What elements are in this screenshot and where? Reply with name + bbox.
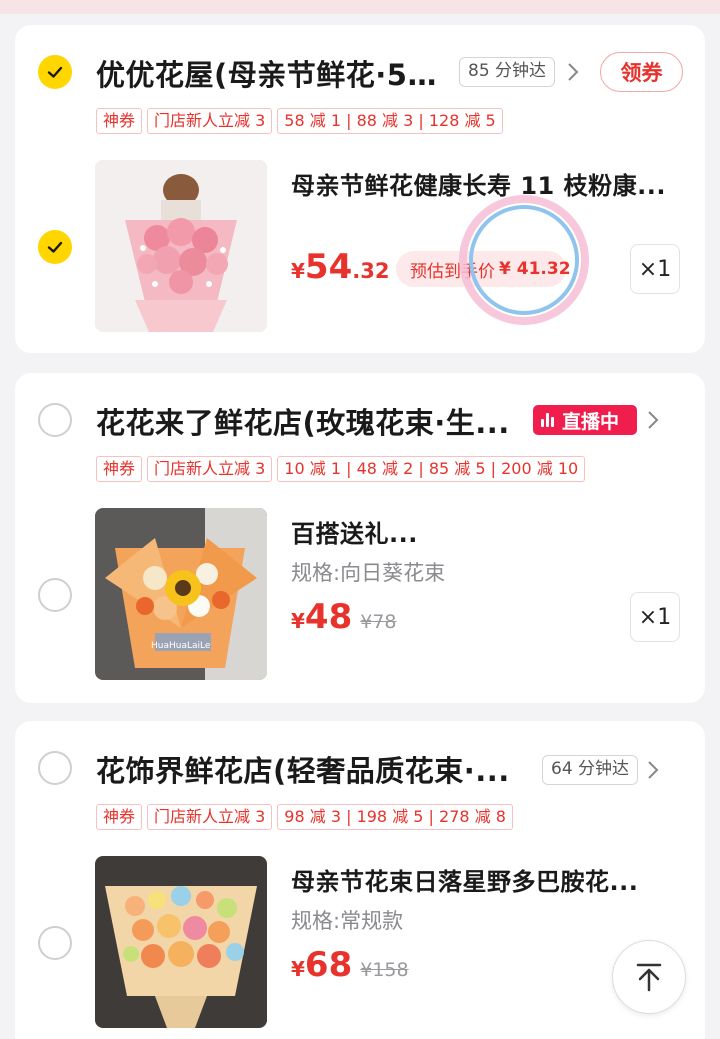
live-badge-label: 直播中: [562, 410, 620, 433]
promo-tags: 神券 门店新人立减 3 10 减 1 | 48 减 2 | 85 减 5 | 2…: [96, 456, 586, 482]
price-integer: 48: [304, 597, 353, 637]
price-decimal: .32: [352, 259, 390, 283]
product-spec[interactable]: 规格:常规款: [291, 905, 403, 935]
delivery-eta-badge: 64 分钟达: [542, 755, 639, 785]
chevron-right-icon[interactable]: [645, 409, 661, 431]
store-name[interactable]: 优优花屋(母亲节鲜花·52...: [96, 52, 446, 94]
store-checkbox[interactable]: [38, 403, 72, 437]
store-card-3: 花饰界鲜花店(轻奢品质花束·... 64 分钟达 神券 门店新人立减 3 98 …: [15, 721, 705, 1039]
store-checkbox[interactable]: [38, 55, 72, 89]
sunset-mixed-bouquet-image: [95, 856, 267, 1028]
chevron-right-icon[interactable]: [645, 759, 661, 781]
promo-tag: 98 减 3 | 198 减 5 | 278 减 8: [277, 804, 513, 830]
product-price: ¥54.32: [291, 247, 389, 287]
svg-text:HuaHuaLaiLe: HuaHuaLaiLe: [151, 641, 211, 651]
promo-tag: 神券: [96, 108, 143, 134]
price-currency: ¥: [291, 259, 305, 283]
touch-indicator-ring: [459, 195, 589, 325]
item-checkbox[interactable]: [38, 926, 72, 960]
promo-tag: 门店新人立减 3: [147, 108, 273, 134]
top-strip: [0, 0, 720, 14]
get-coupon-button[interactable]: 领券: [600, 52, 683, 92]
live-bars-icon: [541, 413, 554, 427]
product-image[interactable]: [95, 160, 267, 332]
promo-tags: 神券 门店新人立减 3 58 减 1 | 88 减 3 | 128 减 5: [96, 108, 503, 134]
promo-tag: 门店新人立减 3: [147, 804, 273, 830]
back-to-top-icon: [636, 963, 662, 992]
price-currency: ¥: [291, 609, 305, 633]
store-card-2: 花花来了鲜花店(玫瑰花束·生... 直播中 神券 门店新人立减 3 10 减 1…: [15, 373, 705, 703]
promo-tag: 神券: [96, 456, 143, 482]
store-card-1: 优优花屋(母亲节鲜花·52... 85 分钟达 领券 神券 门店新人立减 3 5…: [15, 25, 705, 353]
item-checkbox[interactable]: [38, 578, 72, 612]
product-price: ¥48 ¥78: [291, 597, 397, 637]
product-title[interactable]: 母亲节花束日落星野多巴胺花...: [291, 862, 671, 897]
check-icon: [47, 241, 63, 253]
promo-tag: 10 减 1 | 48 减 2 | 85 减 5 | 200 减 10: [277, 456, 586, 482]
pink-carnation-bouquet-image: [95, 160, 267, 332]
sunflower-bouquet-image: HuaHuaLaiLe: [95, 508, 267, 680]
product-image[interactable]: [95, 856, 267, 1028]
product-image[interactable]: HuaHuaLaiLe: [95, 508, 267, 680]
item-checkbox[interactable]: [38, 230, 72, 264]
promo-tag: 门店新人立减 3: [147, 456, 273, 482]
store-checkbox[interactable]: [38, 751, 72, 785]
promo-tags: 神券 门店新人立减 3 98 减 3 | 198 减 5 | 278 减 8: [96, 804, 513, 830]
back-to-top-button[interactable]: [612, 940, 686, 1014]
product-spec[interactable]: 规格:向日葵花束: [291, 557, 445, 587]
product-title[interactable]: 母亲节鲜花健康长寿 11 枝粉康...: [291, 166, 671, 201]
price-integer: 68: [304, 945, 353, 985]
price-integer: 54: [304, 247, 353, 287]
live-streaming-badge[interactable]: 直播中: [533, 405, 637, 435]
check-icon: [47, 66, 63, 78]
product-title[interactable]: 百搭送礼...: [291, 514, 671, 549]
promo-tag: 58 减 1 | 88 减 3 | 128 减 5: [277, 108, 503, 134]
original-price: ¥78: [360, 611, 397, 633]
product-price: ¥68 ¥158: [291, 945, 409, 985]
original-price: ¥158: [360, 959, 409, 981]
promo-tag: 神券: [96, 804, 143, 830]
quantity-button[interactable]: ×1: [630, 592, 680, 642]
store-name[interactable]: 花花来了鲜花店(玫瑰花束·生...: [96, 400, 516, 442]
price-currency: ¥: [291, 957, 305, 981]
quantity-button[interactable]: ×1: [630, 244, 680, 294]
store-name[interactable]: 花饰界鲜花店(轻奢品质花束·...: [96, 748, 526, 790]
delivery-eta-badge: 85 分钟达: [459, 57, 556, 87]
chevron-right-icon[interactable]: [565, 61, 581, 83]
